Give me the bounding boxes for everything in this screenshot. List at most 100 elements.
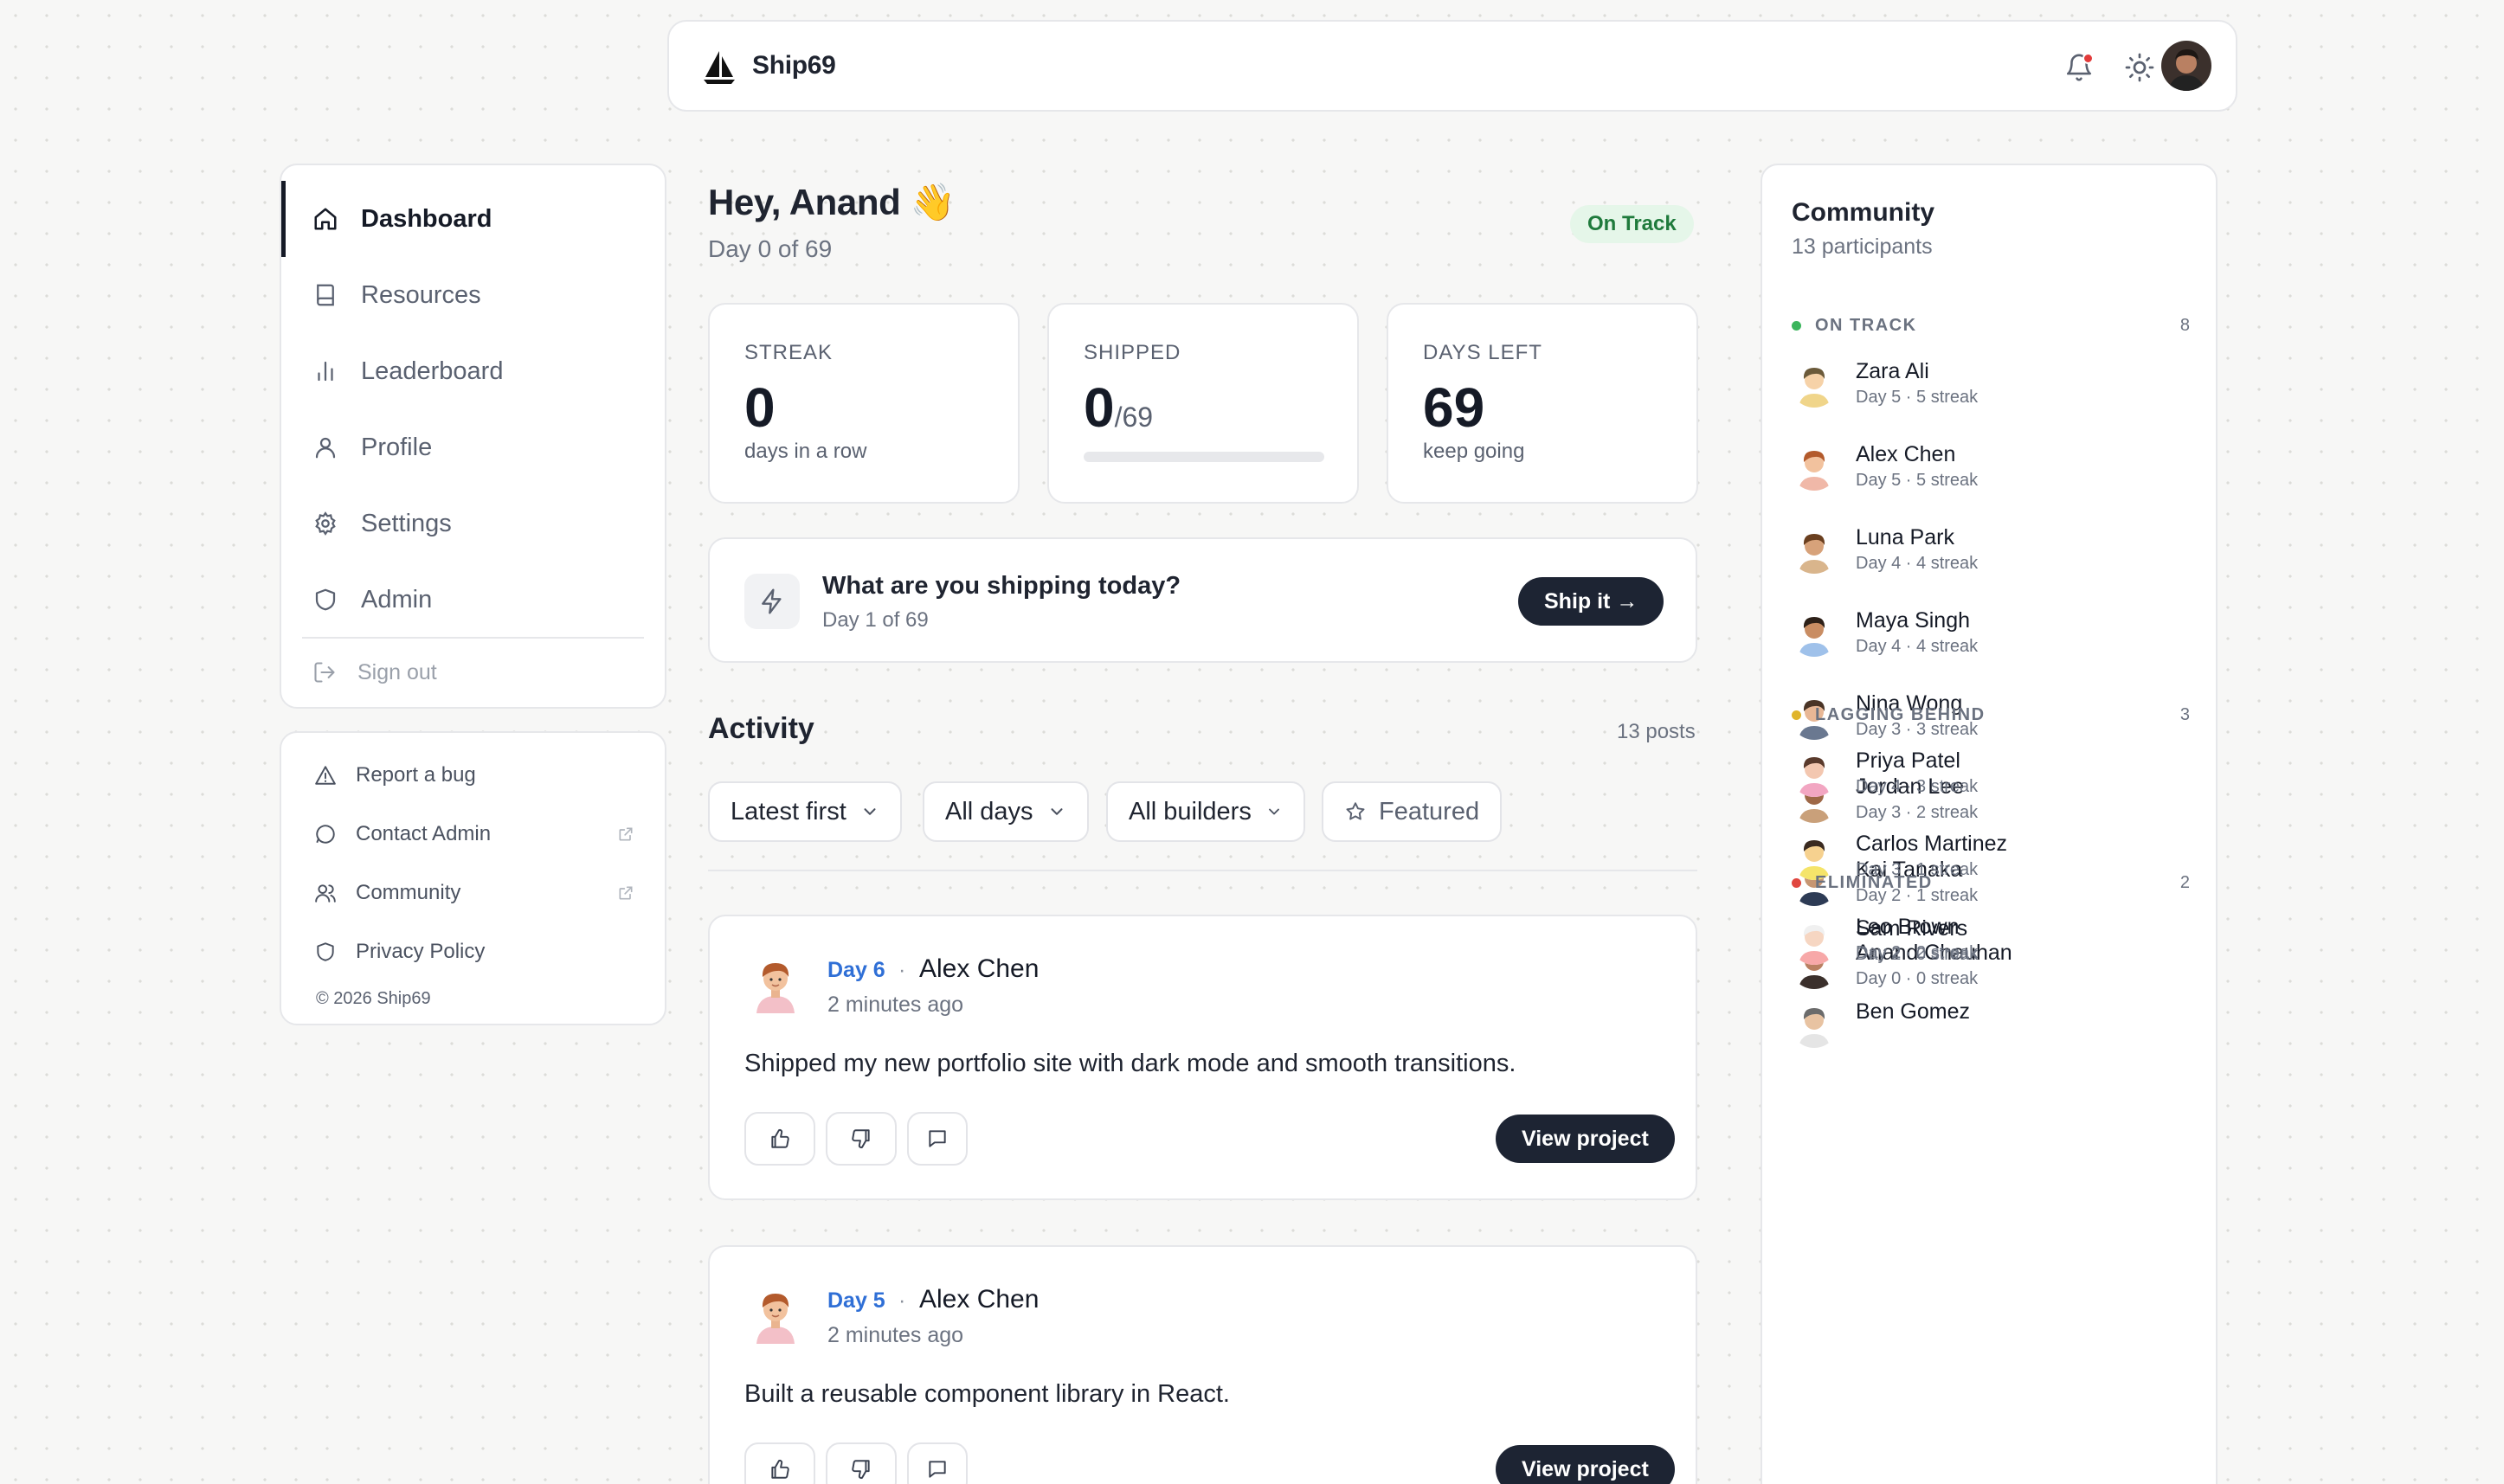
group-count: 2 [2179,872,2190,892]
comment-button[interactable] [907,1442,968,1484]
bar-chart-icon [318,361,333,382]
group-name: ON TRACK [1815,315,1917,335]
sidebar-item-dashboard[interactable]: Dashboard [281,181,665,257]
chevron-down-icon [1268,808,1279,815]
group-name: LAGGING BEHIND [1815,704,1986,724]
activity-divider [708,870,1697,871]
avatar [1790,748,1838,797]
post-day-link[interactable]: Day 6 [827,958,885,983]
notifications-button[interactable] [2059,48,2099,87]
comment-icon [929,1130,946,1147]
report-bug-link[interactable]: Report a bug [314,754,634,797]
shipped-count: 0 [1084,376,1115,439]
stat-value: 0/69 [1084,376,1153,440]
community-member[interactable]: Ben Gomez [1790,991,2197,1060]
community-subtitle: 13 participants [1792,234,1933,259]
featured-filter-toggle[interactable]: Featured [1322,781,1503,842]
downvote-button[interactable] [826,1442,897,1484]
days-filter-dropdown[interactable]: All days [923,781,1089,842]
community-member[interactable]: Zara Ali Day 5 · 5 streak [1790,350,2197,420]
stat-label: STREAK [744,341,834,364]
group-count: 8 [2179,315,2190,335]
avatar[interactable] [744,1283,807,1346]
sidebar-item-leaderboard[interactable]: Leaderboard [281,333,665,409]
community-link[interactable]: Community [314,871,634,915]
theme-toggle-button[interactable] [2120,48,2160,87]
home-icon [314,208,337,230]
member-stats: Day 4 · 3 streak [1856,777,1979,796]
stat-label: DAYS LEFT [1423,341,1542,364]
avatar [1790,359,1838,408]
external-link-icon [619,886,633,900]
community-group-header: ON TRACK 8 [1792,312,2190,338]
post-author[interactable]: Alex Chen [919,1285,1039,1314]
status-dot [1792,710,1801,720]
post-body: Shipped my new portfolio site with dark … [744,1050,1516,1077]
privacy-policy-link[interactable]: Privacy Policy [314,930,634,973]
community-group-header: LAGGING BEHIND 3 [1792,702,2190,728]
upvote-button[interactable] [744,1442,815,1484]
sign-out-button[interactable]: Sign out [312,646,437,698]
community-member[interactable]: Sam Rivers Day 2 · 0 streak [1790,908,2197,977]
gear-icon [315,511,336,536]
comment-button[interactable] [907,1112,968,1166]
member-name: Alex Chen [1856,442,1956,466]
notification-dot [2082,53,2094,64]
sort-filter-dropdown[interactable]: Latest first [708,781,902,842]
sailboat-logo-icon[interactable] [700,48,738,86]
separator-dot: · [898,1288,906,1313]
sidebar-nav: Dashboard Resources Leaderboard Profile … [280,164,666,709]
page-title: Hey, Anand 👋 [708,182,956,222]
external-link-icon [619,827,633,841]
post-day-link[interactable]: Day 5 [827,1288,885,1314]
member-stats: Day 5 · 5 streak [1856,388,1979,407]
member-name: Ben Gomez [1856,999,1971,1024]
community-member[interactable]: Alex Chen Day 5 · 5 streak [1790,434,2197,503]
filter-label: Latest first [731,797,846,826]
top-navbar: Ship69 [667,20,2237,112]
activity-count: 13 posts [1617,720,1696,743]
upvote-button[interactable] [744,1112,815,1166]
shipped-stat-card: SHIPPED 0/69 [1047,303,1359,504]
shield-icon [315,588,336,611]
brand-name[interactable]: Ship69 [752,51,836,80]
post-author[interactable]: Alex Chen [919,954,1039,984]
shipped-total: /69 [1114,402,1154,433]
downvote-button[interactable] [826,1112,897,1166]
member-stats: Day 4 · 4 streak [1856,637,1979,656]
avatar [1790,916,1838,965]
avatar[interactable] [744,953,807,1015]
community-member[interactable]: Luna Park Day 4 · 4 streak [1790,517,2197,586]
log-out-icon [314,662,335,683]
sidebar-item-settings[interactable]: Settings [281,485,665,562]
status-dot [1792,320,1801,331]
sidebar-item-resources[interactable]: Resources [281,257,665,333]
shipped-progress-bar [1084,452,1324,462]
view-project-button[interactable]: View project [1496,1115,1675,1163]
community-member[interactable]: Priya Patel Day 4 · 3 streak [1790,740,2197,809]
builders-filter-dropdown[interactable]: All builders [1106,781,1305,842]
separator-dot: · [898,958,906,982]
community-member[interactable]: Maya Singh Day 4 · 4 streak [1790,600,2197,669]
thumbs-up-icon [771,1460,789,1479]
activity-post: Day 6 · Alex Chen 2 minutes ago Shipped … [708,915,1697,1200]
community-group-header: ELIMINATED 2 [1792,870,2190,896]
ship-it-button[interactable]: Ship it → [1518,577,1664,626]
view-project-button[interactable]: View project [1496,1445,1675,1484]
stat-sub: keep going [1423,440,1525,463]
post-time: 2 minutes ago [827,1323,964,1347]
member-name: Luna Park [1856,525,1954,549]
book-icon [317,284,334,306]
status-badge: On Track [1570,205,1694,243]
avatar [1790,999,1838,1048]
user-avatar[interactable] [2161,41,2211,91]
stat-value: 69 [1423,376,1485,439]
thumbs-up-icon [771,1129,789,1148]
stat-value: 0 [744,376,776,439]
contact-admin-link[interactable]: Contact Admin [314,813,634,856]
sidebar-item-profile[interactable]: Profile [281,409,665,485]
post-body: Built a reusable component library in Re… [744,1380,1230,1408]
sidebar-item-admin[interactable]: Admin [281,562,665,638]
group-count: 3 [2179,704,2190,724]
chevron-down-icon [864,808,876,815]
